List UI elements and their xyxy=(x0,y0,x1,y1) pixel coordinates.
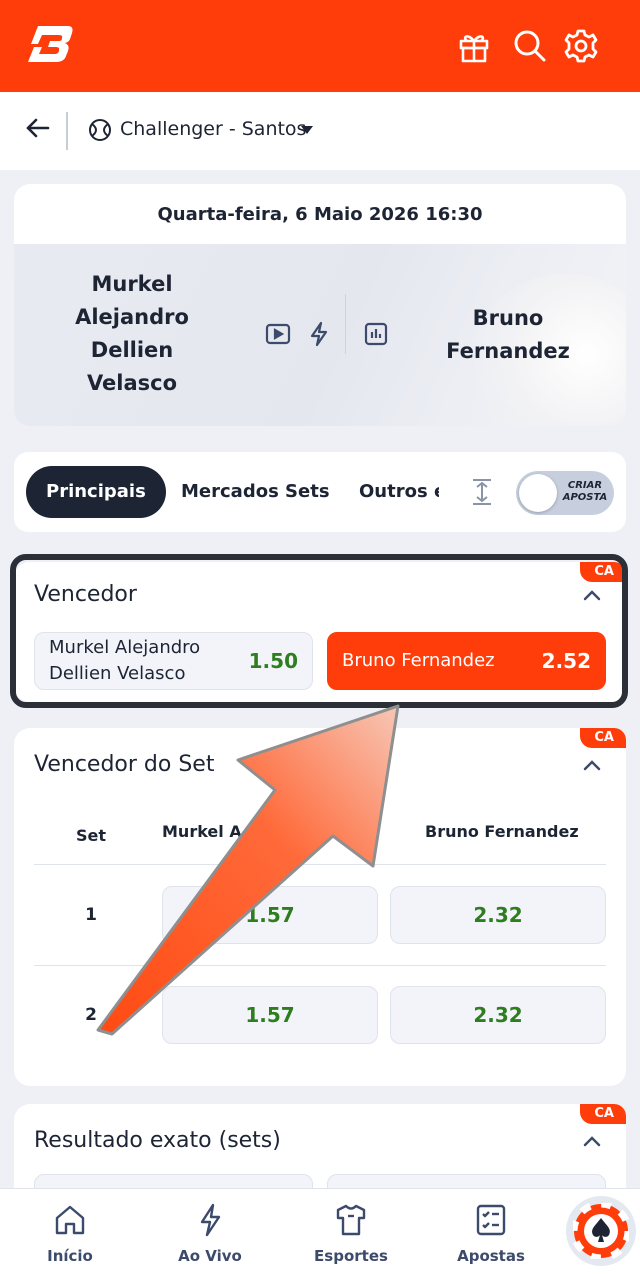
breadcrumb-bar: Challenger - Santos xyxy=(0,92,640,170)
nav-ao-vivo[interactable]: Ao Vivo xyxy=(155,1189,265,1280)
jersey-icon xyxy=(336,1204,366,1236)
column-header-player2: Bruno Fernandez xyxy=(425,822,579,841)
bet-slip-icon xyxy=(476,1204,506,1236)
tab-mercados-sets[interactable]: Mercados Sets xyxy=(181,466,330,518)
toggle-label: CRIAR APOSTA xyxy=(562,480,608,503)
nav-label: Apostas xyxy=(457,1247,525,1265)
odd-cell-set1-player2[interactable]: 2.32 xyxy=(390,886,606,944)
nav-label: Esportes xyxy=(314,1247,388,1265)
toggle-knob xyxy=(519,474,557,512)
odd-value: 2.52 xyxy=(541,649,591,673)
search-icon[interactable] xyxy=(512,28,548,64)
tennis-ball-icon xyxy=(89,119,111,141)
column-header-set: Set xyxy=(76,826,107,845)
row-divider xyxy=(34,965,606,966)
lightning-icon xyxy=(200,1203,221,1237)
date-band: Quarta-feira, 6 Maio 2026 16:30 xyxy=(14,184,626,244)
nav-esportes[interactable]: Esportes xyxy=(296,1189,406,1280)
chevron-up-icon[interactable] xyxy=(582,758,602,772)
nav-label: Ao Vivo xyxy=(178,1247,242,1265)
odd-button-player1[interactable]: Murkel Alejandro Dellien Velasco 1.50 xyxy=(34,632,313,690)
home-icon xyxy=(55,1205,85,1235)
gear-icon[interactable] xyxy=(563,28,599,64)
odd-option-name: Bruno Fernandez xyxy=(342,650,495,671)
tab-outros[interactable]: Outros e xyxy=(359,466,439,518)
lightning-icon[interactable] xyxy=(305,320,333,348)
gift-icon[interactable] xyxy=(456,28,492,64)
player-home-name: Murkel Alejandro Dellien Velasco xyxy=(75,272,189,395)
tab-principais[interactable]: Principais xyxy=(26,466,166,518)
brand-logo[interactable] xyxy=(28,22,76,64)
caret-down-icon[interactable] xyxy=(300,125,314,135)
tournament-selector[interactable]: Challenger - Santos xyxy=(120,118,306,140)
player-away-name: Bruno Fernandez xyxy=(446,306,570,363)
column-header-player1-tail: . xyxy=(368,822,375,841)
ca-badge: CA xyxy=(580,562,626,582)
back-arrow-icon[interactable] xyxy=(24,114,52,142)
odd-option-name: Murkel Alejandro Dellien Velasco xyxy=(49,637,201,684)
match-header-card: Quarta-feira, 6 Maio 2026 16:30 Murkel Al… xyxy=(14,184,626,426)
bottom-navigation: Início Ao Vivo Esportes Apostas xyxy=(0,1188,640,1280)
market-vencedor-do-set: CA Vencedor do Set Set Murkel A . Bruno … xyxy=(14,728,626,1086)
chevron-up-icon[interactable] xyxy=(582,588,602,602)
odd-cell-set1-player1[interactable]: 1.57 xyxy=(162,886,378,944)
ca-badge: CA xyxy=(580,1104,626,1124)
row-divider xyxy=(34,864,606,865)
nav-divider xyxy=(66,112,68,150)
market-title: Vencedor do Set xyxy=(34,752,215,777)
set-number: 2 xyxy=(85,1005,97,1025)
stats-icon[interactable] xyxy=(362,320,390,348)
odd-cell-set2-player1[interactable]: 1.57 xyxy=(162,986,378,1044)
ca-badge: CA xyxy=(580,728,626,748)
match-datetime: Quarta-feira, 6 Maio 2026 16:30 xyxy=(157,204,483,225)
odd-cell-set2-player2[interactable]: 2.32 xyxy=(390,986,606,1044)
top-bar xyxy=(0,0,640,92)
market-title: Resultado exato (sets) xyxy=(34,1128,281,1153)
market-title: Vencedor xyxy=(34,582,137,607)
set-number: 1 xyxy=(85,905,97,925)
criar-aposta-toggle[interactable]: CRIAR APOSTA xyxy=(516,471,614,515)
nav-label: Início xyxy=(47,1247,93,1265)
odd-value: 1.50 xyxy=(248,649,298,673)
video-play-icon[interactable] xyxy=(264,320,292,348)
collapse-all-icon[interactable] xyxy=(470,478,494,506)
market-vencedor: CA Vencedor Murkel Alejandro Dellien Vela… xyxy=(14,562,626,702)
match-icons-divider xyxy=(345,294,346,354)
market-tabs: Principais Mercados Sets Outros e CRIAR A… xyxy=(14,452,626,532)
poker-chip-icon xyxy=(573,1203,629,1259)
casino-chip-button[interactable] xyxy=(566,1196,636,1266)
odd-button-player2[interactable]: Bruno Fernandez 2.52 xyxy=(327,632,606,690)
chevron-up-icon[interactable] xyxy=(582,1134,602,1148)
nav-inicio[interactable]: Início xyxy=(15,1189,125,1280)
column-header-player1: Murkel A xyxy=(162,822,242,841)
nav-apostas[interactable]: Apostas xyxy=(436,1189,546,1280)
